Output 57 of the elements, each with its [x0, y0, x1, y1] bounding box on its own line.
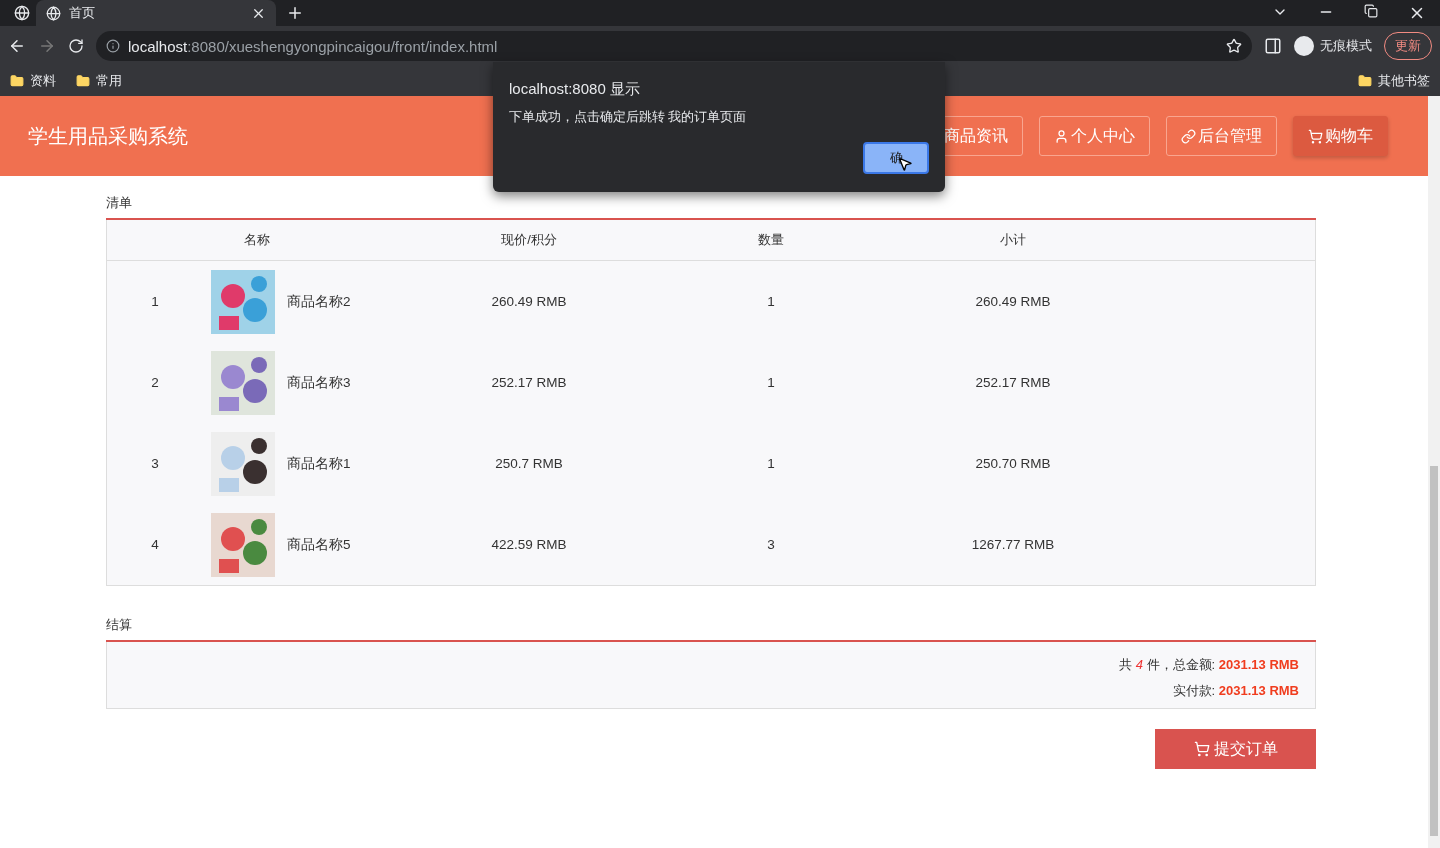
scrollbar[interactable] [1428, 96, 1440, 848]
quantity-cell-text: 1 [766, 456, 776, 471]
reload-icon[interactable] [68, 38, 84, 54]
bookmark[interactable]: 其他书签 [1358, 72, 1430, 90]
product-name: 商品名称5 [287, 535, 352, 554]
restore-icon[interactable] [1364, 4, 1378, 18]
forward-icon[interactable] [38, 37, 56, 55]
dialog-message: 下单成功，点击确定后跳转 我的订单页面 [509, 109, 748, 126]
info-icon [106, 39, 120, 53]
quantity-cell-text: 3 [766, 537, 776, 552]
row-number: 3 [150, 456, 160, 471]
side-panel-icon[interactable] [1264, 37, 1282, 55]
product-name: 商品名称1 [287, 454, 352, 473]
column-header: 名称 [243, 231, 271, 249]
column-header: 数量 [757, 231, 785, 249]
subtotal-cell-text: 1267.77 RMB [970, 537, 1056, 552]
address-bar[interactable]: localhost:8080/xueshengyongpincaigou/front/index.html [96, 31, 1252, 61]
subtotal-cell-text: 252.17 RMB [974, 375, 1052, 390]
bookmark[interactable]: 资料 [10, 72, 56, 90]
quantity-cell-text: 1 [766, 294, 776, 309]
browser-tab[interactable]: 首页 [36, 0, 276, 26]
user-icon [1054, 128, 1069, 144]
globe-icon [46, 5, 61, 21]
bookmark[interactable]: 常用 [76, 72, 122, 90]
quantity-cell-text: 1 [766, 375, 776, 390]
folder-icon [1358, 74, 1372, 88]
row-number: 2 [150, 375, 160, 390]
site-title: 学生用品采购系统 [28, 123, 189, 149]
dialog-title: localhost:8080 显示 [509, 80, 641, 99]
link-icon [1181, 128, 1196, 144]
summary-text: 实付款: 2031.13 RMB [1172, 682, 1299, 700]
back-icon[interactable] [8, 37, 26, 55]
nav-button[interactable]: 购物车 [1293, 116, 1388, 156]
subtotal-cell-text: 260.49 RMB [974, 294, 1052, 309]
price-cell-text: 260.49 RMB [490, 294, 568, 309]
product-name: 商品名称3 [287, 373, 352, 392]
column-header: 小计 [999, 231, 1027, 249]
row-number: 1 [150, 294, 160, 309]
cart-icon [1308, 128, 1323, 144]
tab-title: 首页 [69, 4, 96, 22]
star-icon[interactable] [1226, 38, 1242, 54]
folder-icon [10, 74, 24, 88]
folder-icon [76, 74, 90, 88]
globe-icon[interactable] [14, 5, 30, 21]
submit-order-button[interactable]: 提交订单 [1155, 729, 1316, 769]
row-number: 4 [150, 537, 160, 552]
price-cell-text: 422.59 RMB [490, 537, 568, 552]
price-cell-text: 250.7 RMB [494, 456, 564, 471]
plus-icon[interactable] [286, 4, 304, 22]
cart-icon [1193, 741, 1210, 757]
price-cell-text: 252.17 RMB [490, 375, 568, 390]
summary-text: 共 4 件，总金额: 2031.13 RMB [1119, 656, 1299, 674]
column-header: 现价/积分 [500, 231, 558, 249]
product-name: 商品名称2 [287, 292, 352, 311]
incognito-label: 无痕模式 [1320, 37, 1372, 55]
subtotal-cell-text: 250.70 RMB [974, 456, 1052, 471]
url-text: localhost:8080/xueshengyongpincaigou/front/index.html [128, 37, 498, 55]
